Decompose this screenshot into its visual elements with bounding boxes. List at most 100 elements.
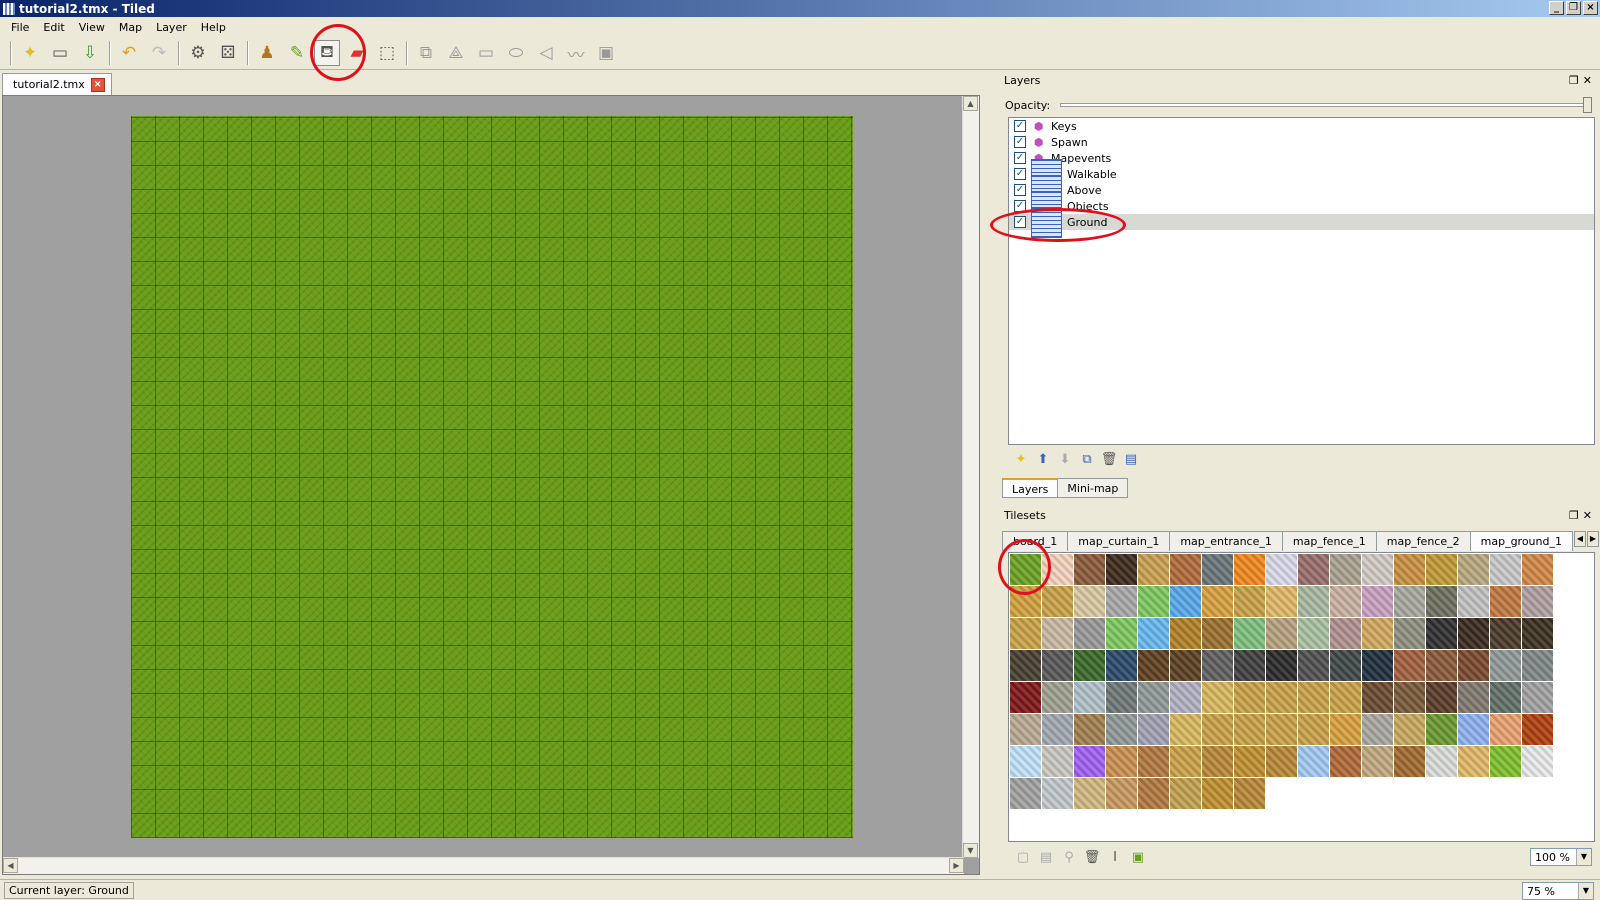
tile[interactable] <box>1266 682 1297 713</box>
tile[interactable] <box>1330 650 1361 681</box>
tile[interactable] <box>1330 618 1361 649</box>
tile[interactable] <box>1266 650 1297 681</box>
duplicate-layer-icon[interactable]: ⧉ <box>1078 450 1096 468</box>
tile[interactable] <box>1266 586 1297 617</box>
tile[interactable] <box>1522 586 1553 617</box>
scroll-left-icon[interactable]: ◀ <box>3 858 18 873</box>
tile[interactable] <box>1170 586 1201 617</box>
tile[interactable] <box>1298 586 1329 617</box>
scroll-up-icon[interactable]: ▲ <box>963 96 978 111</box>
tile[interactable] <box>1330 746 1361 777</box>
tile[interactable] <box>1394 714 1425 745</box>
layer-row-walkable[interactable]: ✓ Walkable <box>1009 158 1594 190</box>
tile[interactable] <box>1170 618 1201 649</box>
tile[interactable] <box>1074 746 1105 777</box>
undo-icon[interactable]: ↶ <box>116 40 142 66</box>
document-tab[interactable]: tutorial2.tmx × <box>2 73 112 95</box>
tile[interactable] <box>1362 682 1393 713</box>
visibility-checkbox[interactable]: ✓ <box>1014 168 1026 180</box>
tile[interactable] <box>1106 778 1137 809</box>
tile[interactable] <box>1042 682 1073 713</box>
tile[interactable] <box>1522 714 1553 745</box>
tile[interactable] <box>1426 682 1457 713</box>
tile[interactable] <box>1074 586 1105 617</box>
tile[interactable] <box>1010 586 1041 617</box>
tile[interactable] <box>1458 650 1489 681</box>
tile[interactable] <box>1330 714 1361 745</box>
tile[interactable] <box>1298 650 1329 681</box>
tile[interactable] <box>1234 682 1265 713</box>
tab-tileset-board[interactable]: board_1 <box>1002 531 1069 551</box>
tile[interactable] <box>1042 714 1073 745</box>
layer-row-keys[interactable]: ✓ ⬢ Keys <box>1009 118 1594 134</box>
tile[interactable] <box>1170 746 1201 777</box>
tile[interactable] <box>1138 586 1169 617</box>
tile[interactable] <box>1010 554 1041 585</box>
vertical-scrollbar[interactable]: ▲ ▼ <box>962 96 979 858</box>
bucket-fill-icon[interactable]: ⛾ <box>314 40 340 66</box>
tile[interactable] <box>1522 554 1553 585</box>
tile[interactable] <box>1138 650 1169 681</box>
tile[interactable] <box>1042 618 1073 649</box>
tileset-zoom-select[interactable]: 100 % ▼ <box>1530 848 1592 866</box>
opacity-slider[interactable] <box>1060 97 1592 113</box>
tile[interactable] <box>1106 586 1137 617</box>
tab-tileset-fence2[interactable]: map_fence_2 <box>1375 531 1471 551</box>
tile[interactable] <box>1362 554 1393 585</box>
tile[interactable] <box>1426 746 1457 777</box>
map-canvas[interactable] <box>131 116 853 838</box>
export-tileset-icon[interactable]: ⚲ <box>1060 848 1078 866</box>
tile[interactable] <box>1522 618 1553 649</box>
redo-icon[interactable]: ↷ <box>146 40 172 66</box>
add-layer-icon[interactable]: ✦ <box>1012 450 1030 468</box>
tile[interactable] <box>1298 682 1329 713</box>
tile[interactable] <box>1138 746 1169 777</box>
delete-layer-icon[interactable]: 🗑 <box>1100 450 1118 468</box>
visibility-checkbox[interactable]: ✓ <box>1014 184 1026 196</box>
tile[interactable] <box>1490 682 1521 713</box>
tile[interactable] <box>1394 586 1425 617</box>
tile[interactable] <box>1426 714 1457 745</box>
tile[interactable] <box>1202 746 1233 777</box>
map-view[interactable]: ▲ ▼ ◀ ▶ <box>2 95 980 875</box>
lower-layer-icon[interactable]: ⬇ <box>1056 450 1074 468</box>
tile[interactable] <box>1138 554 1169 585</box>
tab-scroll-left-icon[interactable]: ◀ <box>1573 531 1586 547</box>
tab-layers[interactable]: Layers <box>1002 478 1059 498</box>
close-tab-icon[interactable]: × <box>90 77 105 92</box>
layer-row-spawn[interactable]: ✓ ⬢ Spawn <box>1009 134 1594 150</box>
tile[interactable] <box>1266 714 1297 745</box>
import-tileset-icon[interactable]: ▤ <box>1037 848 1055 866</box>
raise-layer-icon[interactable]: ⬆ <box>1034 450 1052 468</box>
visibility-checkbox[interactable]: ✓ <box>1014 200 1026 212</box>
menu-file[interactable]: File <box>4 21 36 34</box>
tile[interactable] <box>1202 586 1233 617</box>
tile[interactable] <box>1394 618 1425 649</box>
scroll-down-icon[interactable]: ▼ <box>963 843 978 858</box>
tile[interactable] <box>1202 778 1233 809</box>
tile[interactable] <box>1426 618 1457 649</box>
tile[interactable] <box>1202 682 1233 713</box>
edit-terrain-icon[interactable]: ▣ <box>1129 848 1147 866</box>
tileset-properties-icon[interactable]: Ⅰ <box>1106 848 1124 866</box>
tile[interactable] <box>1234 714 1265 745</box>
tile[interactable] <box>1042 650 1073 681</box>
open-icon[interactable]: ▭ <box>47 40 73 66</box>
tab-tileset-entrance[interactable]: map_entrance_1 <box>1169 531 1283 551</box>
tile[interactable] <box>1106 714 1137 745</box>
tile[interactable] <box>1426 586 1457 617</box>
tile[interactable] <box>1362 586 1393 617</box>
chevron-down-icon[interactable]: ▼ <box>1578 883 1593 899</box>
tile[interactable] <box>1170 682 1201 713</box>
tile[interactable] <box>1074 554 1105 585</box>
tile[interactable] <box>1298 746 1329 777</box>
tile[interactable] <box>1106 650 1137 681</box>
map-zoom-select[interactable]: 75 % ▼ <box>1522 882 1594 900</box>
tile[interactable] <box>1010 682 1041 713</box>
tile[interactable] <box>1106 554 1137 585</box>
terrain-brush-icon[interactable]: ✎ <box>284 40 310 66</box>
tile[interactable] <box>1138 618 1169 649</box>
layer-row-ground[interactable]: ✓ Ground <box>1009 206 1594 238</box>
eraser-icon[interactable]: ▰ <box>344 40 370 66</box>
tile[interactable] <box>1010 746 1041 777</box>
